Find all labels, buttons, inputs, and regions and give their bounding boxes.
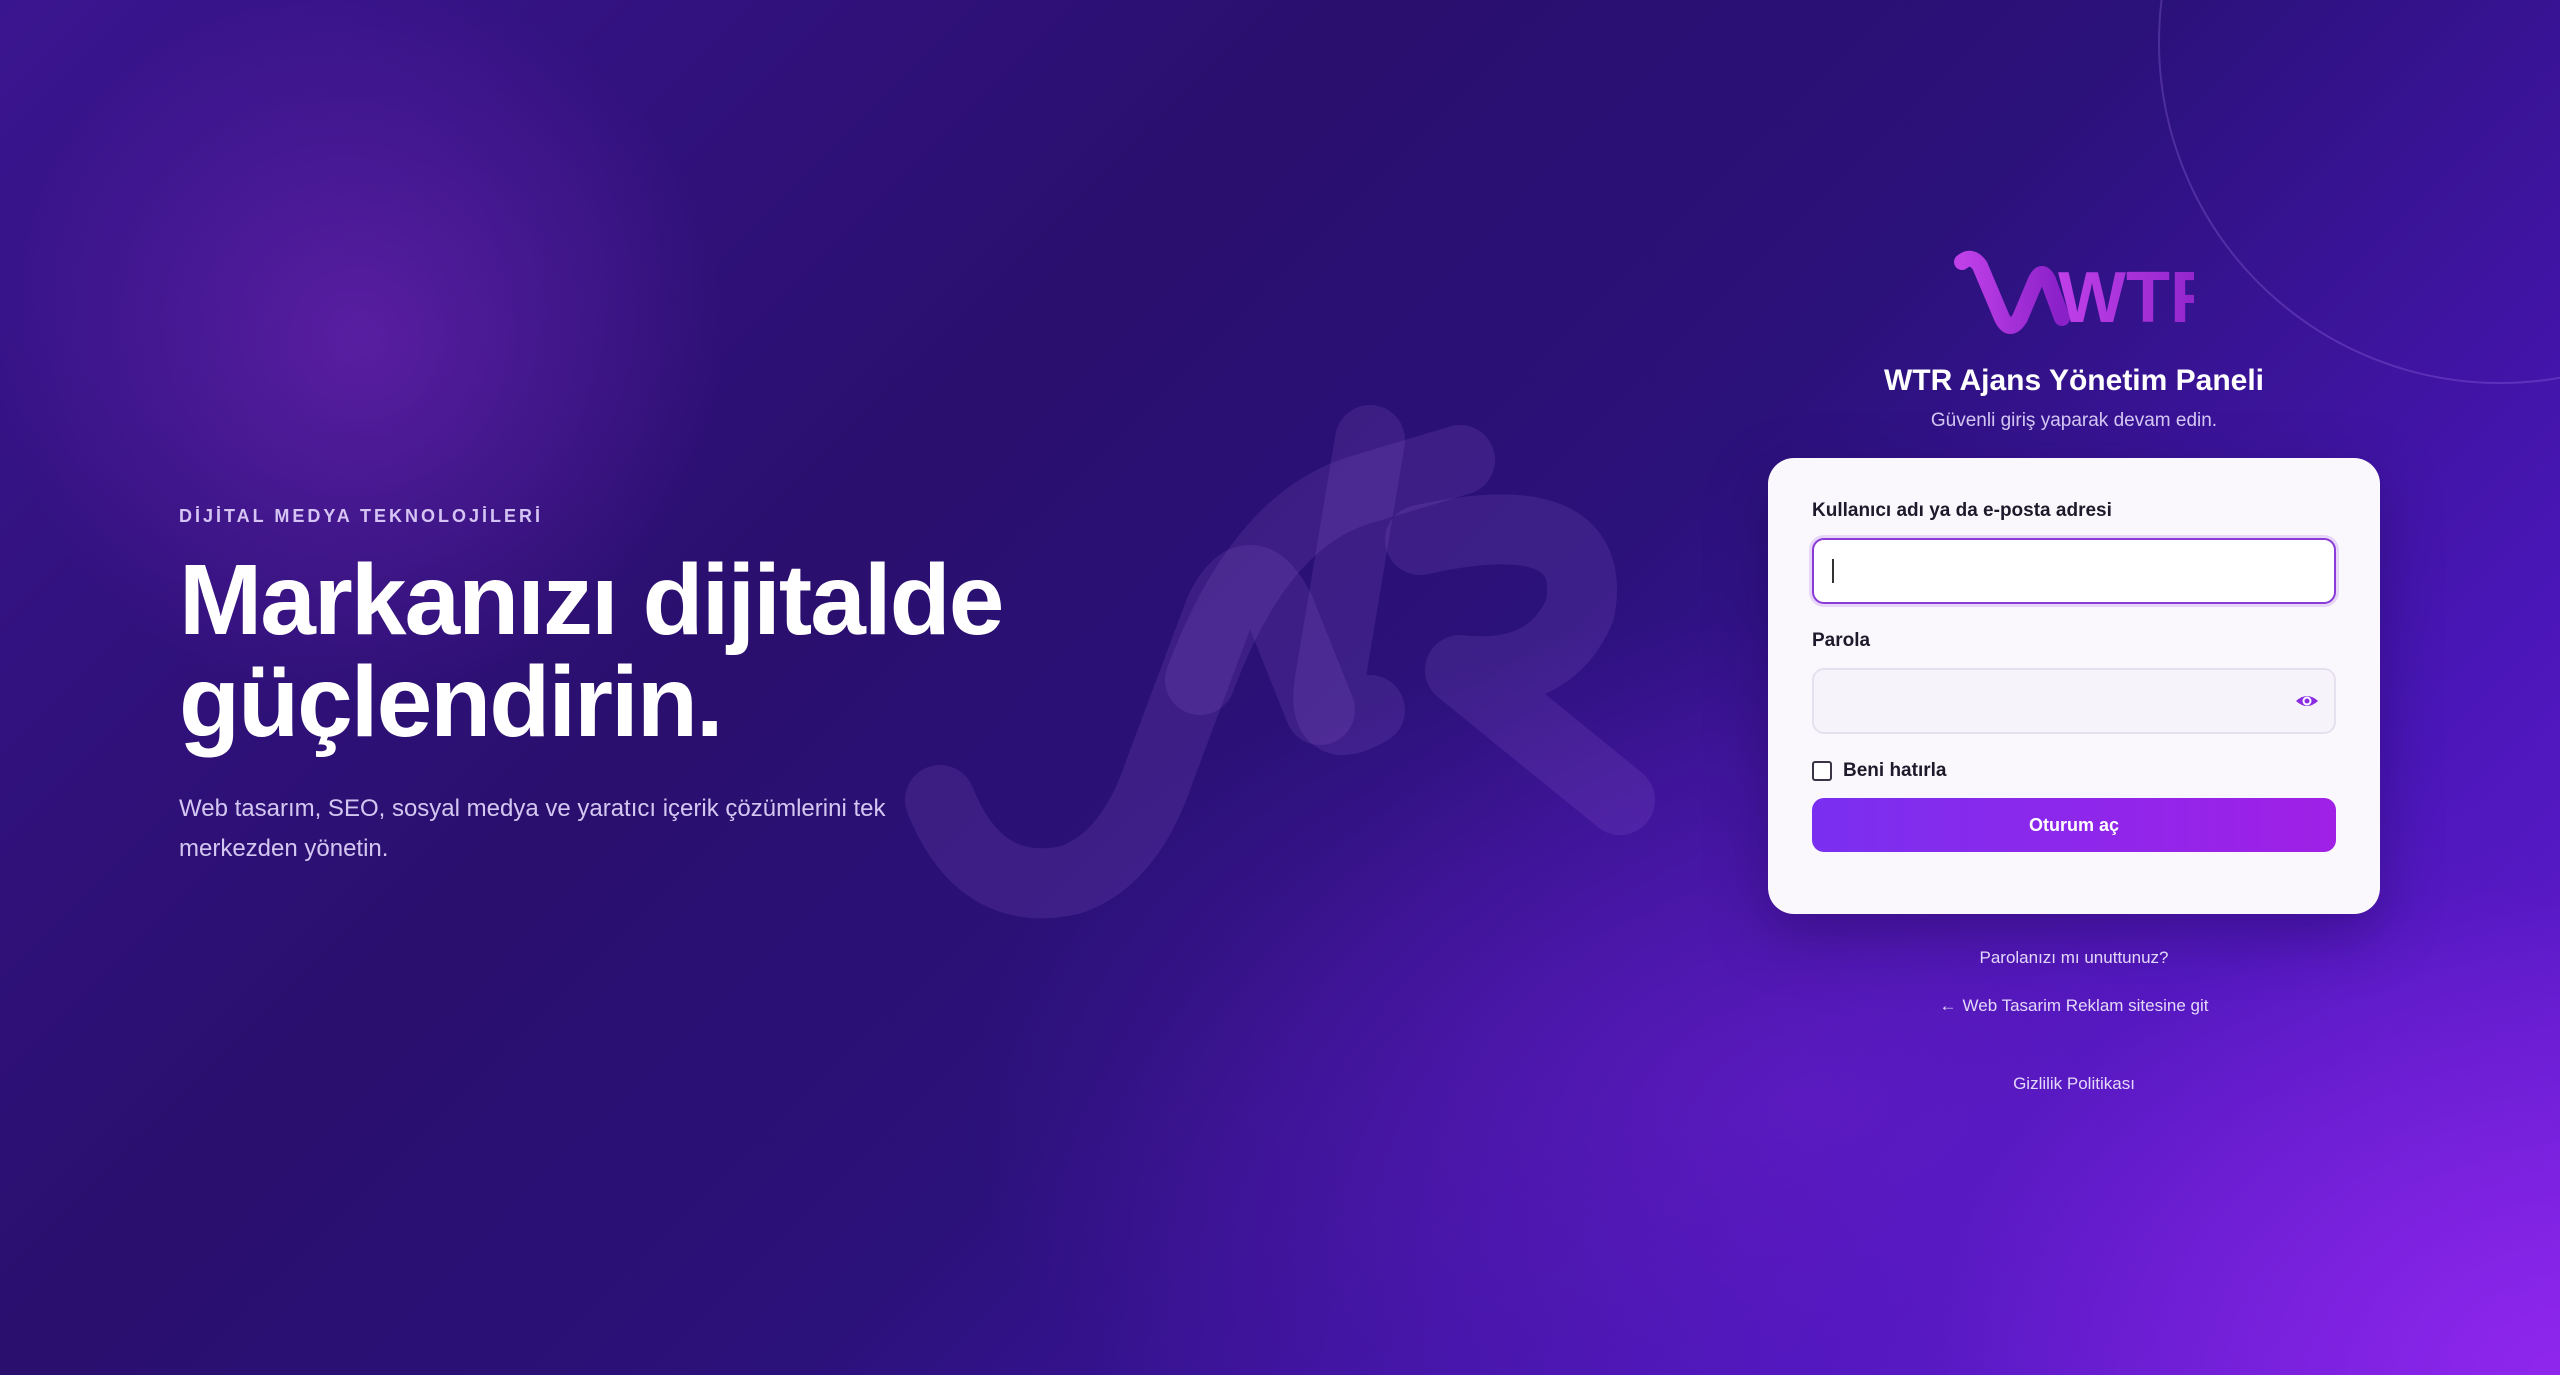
username-input[interactable] xyxy=(1812,538,2336,604)
svg-text:WTR: WTR xyxy=(2058,258,2194,338)
wtr-logo: WTR xyxy=(1954,250,2194,338)
privacy-policy-link[interactable]: Gizlilik Politikası xyxy=(2013,1074,2135,1094)
remember-me: Beni hatırla xyxy=(1812,760,2336,782)
hero-eyebrow: DİJİTAL MEDYA TEKNOLOJİLERİ xyxy=(179,506,544,526)
username-label: Kullanıcı adı ya da e-posta adresi xyxy=(1812,500,2112,521)
arrow-left-icon: ← xyxy=(1939,996,1957,1015)
footer-links: Parolanızı mı unuttunuz? ← Web Tasarim Re… xyxy=(1940,948,2209,1094)
username-input-wrap xyxy=(1812,538,2336,604)
panel-subtitle: Güvenli giriş yaparak devam edin. xyxy=(1930,410,2218,431)
panel-title: WTR Ajans Yönetim Paneli xyxy=(1883,364,2265,397)
login-column: WTR WTR Ajans Yönetim Paneli Güvenli gir… xyxy=(1768,240,2380,1094)
remember-label[interactable]: Beni hatırla xyxy=(1843,760,1946,782)
login-page: DİJİTAL MEDYA TEKNOLOJİLERİ Markanızı di… xyxy=(0,0,2560,1375)
login-form: Kullanıcı adı ya da e-posta adresi Parol… xyxy=(1768,458,2380,914)
back-to-site-label: Web Tasarim Reklam sitesine git xyxy=(1962,996,2209,1015)
text-caret xyxy=(1832,559,1834,583)
remember-checkbox[interactable] xyxy=(1812,761,1832,781)
hero-headline: Markanızı dijitalde güçlendirin. xyxy=(179,544,1004,758)
login-button[interactable]: Oturum aç xyxy=(1812,798,2336,852)
hero-section: DİJİTAL MEDYA TEKNOLOJİLERİ Markanızı di… xyxy=(179,506,1079,869)
back-to-site-link[interactable]: ← Web Tasarim Reklam sitesine git xyxy=(1940,996,2209,1016)
hero-subtitle: Web tasarım, SEO, sosyal medya ve yaratı… xyxy=(179,795,886,862)
forgot-password-link[interactable]: Parolanızı mı unuttunuz? xyxy=(1979,948,2168,968)
password-input-wrap xyxy=(1812,668,2336,734)
password-input[interactable] xyxy=(1812,668,2336,734)
eye-icon[interactable] xyxy=(2294,688,2320,714)
password-label: Parola xyxy=(1812,630,1871,651)
